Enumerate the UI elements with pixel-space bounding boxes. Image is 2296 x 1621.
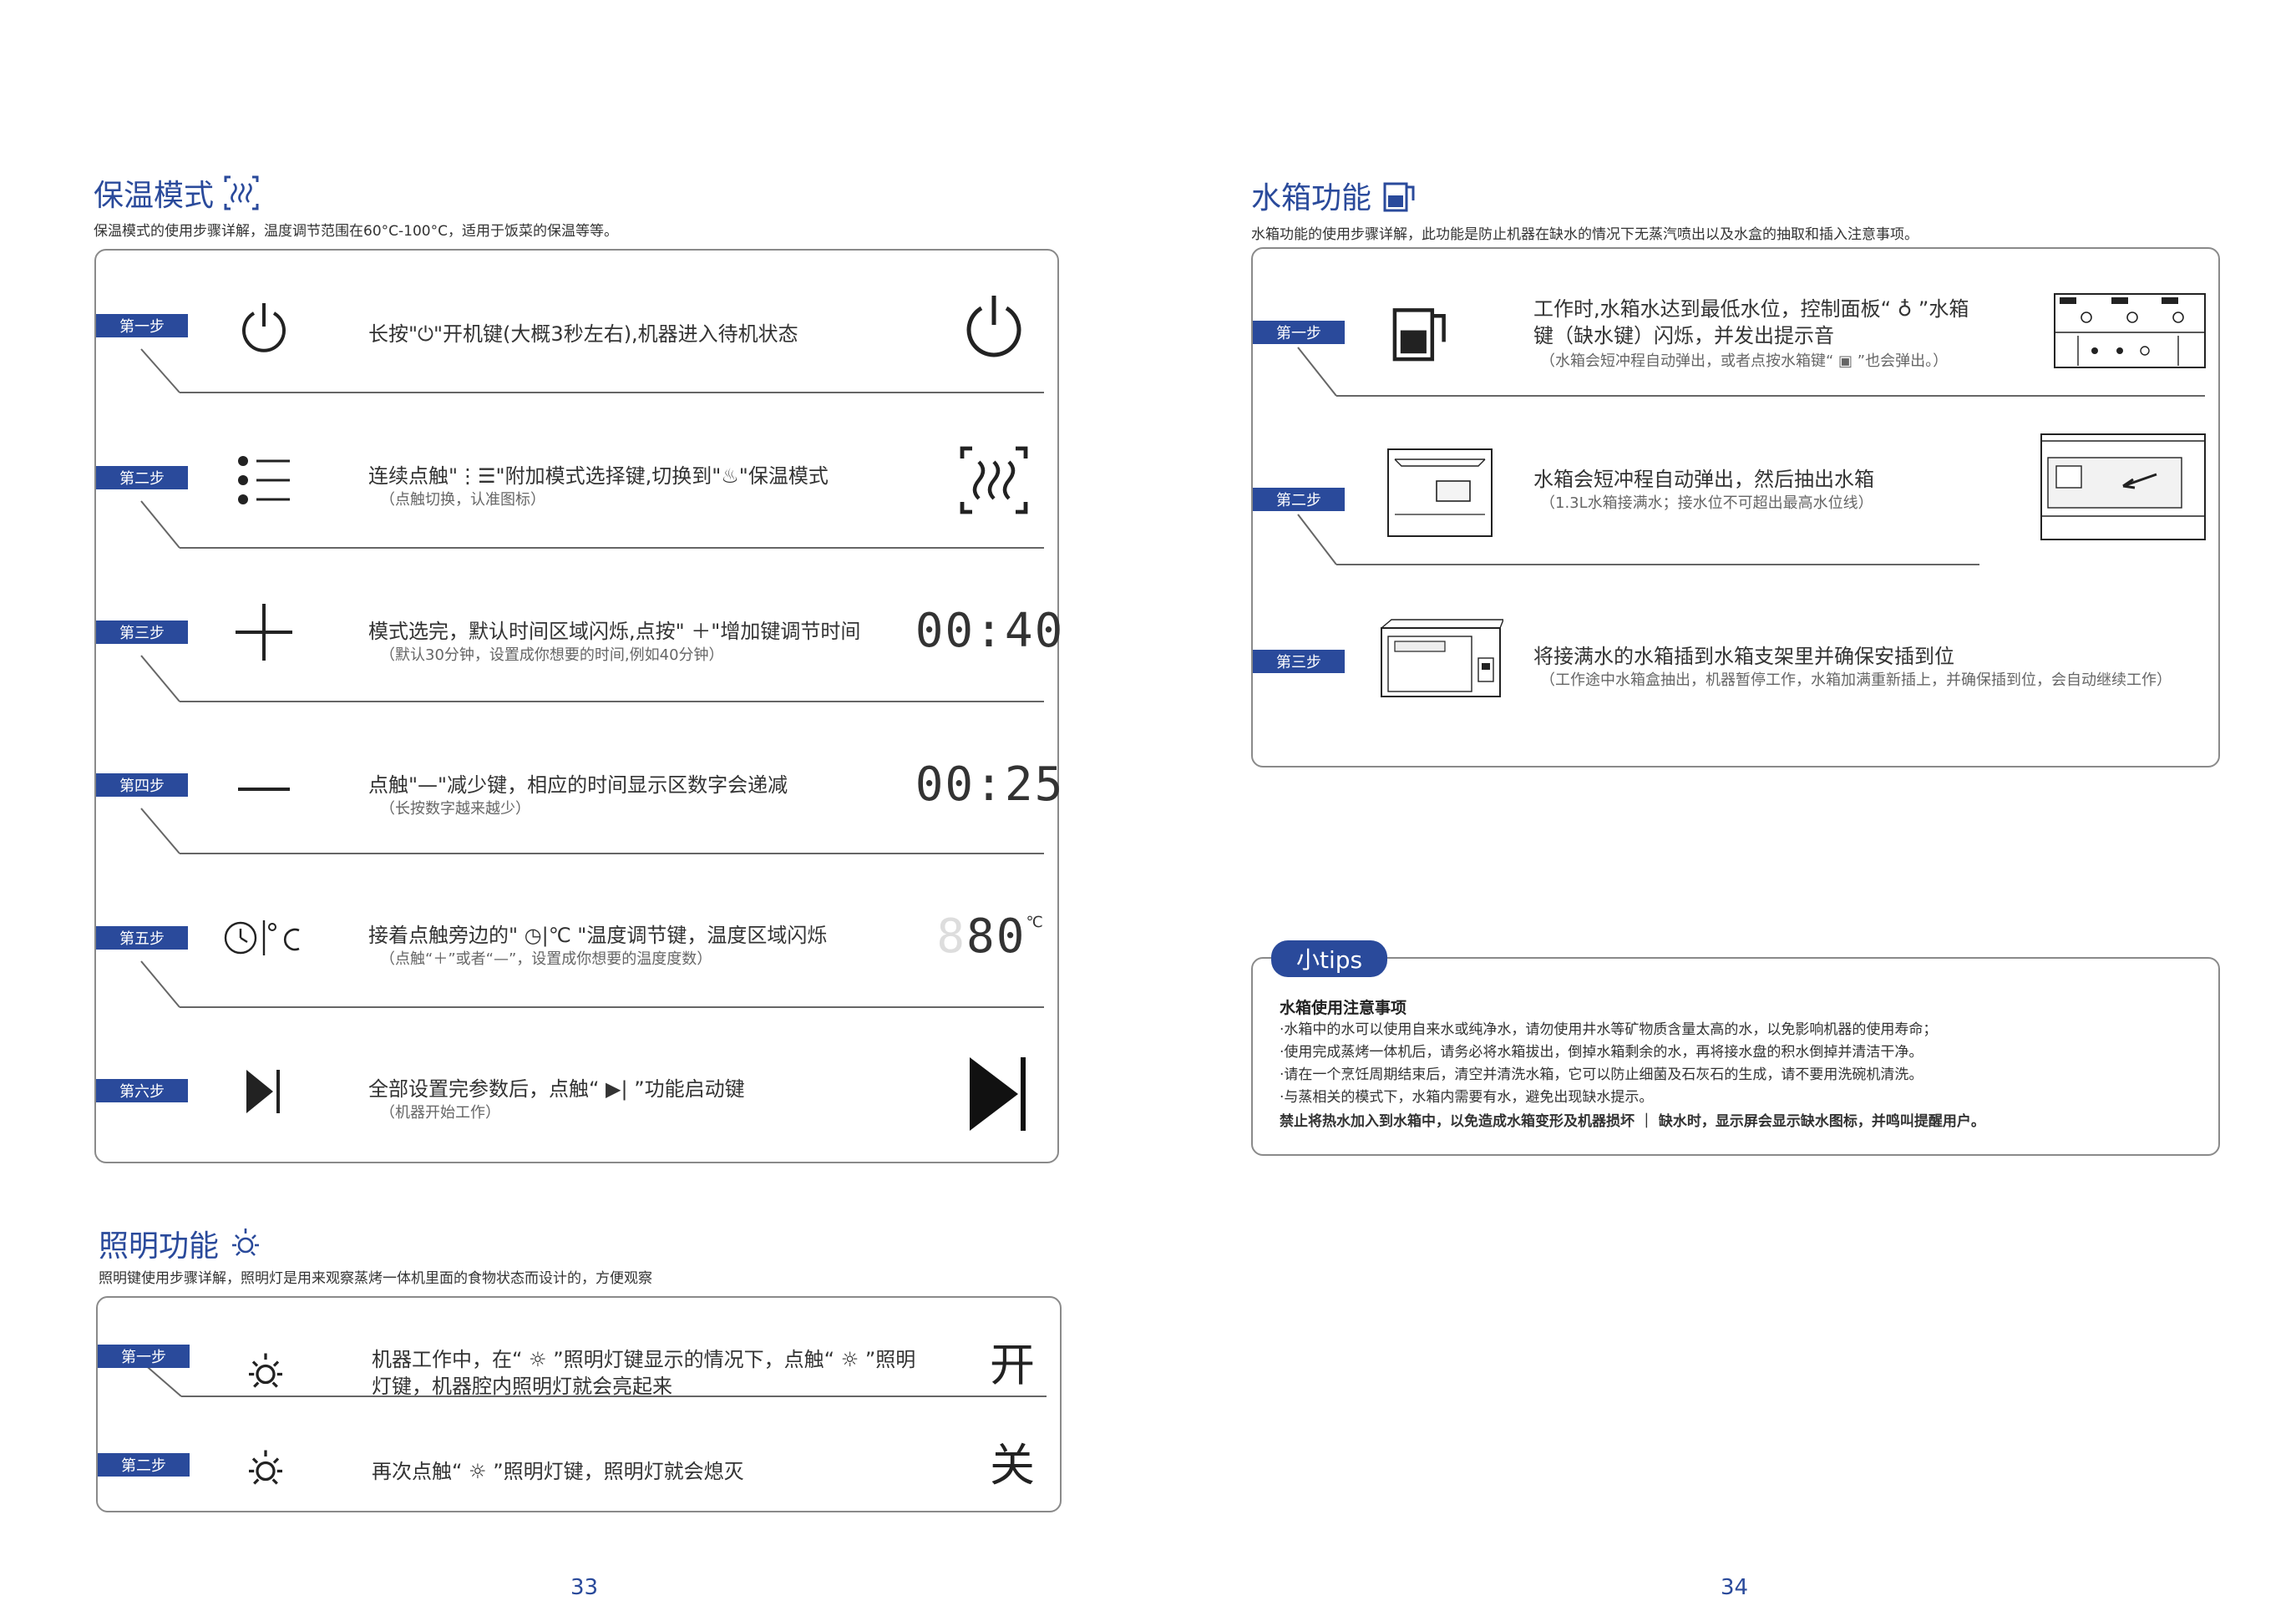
keep-warm-icon	[224, 175, 259, 210]
step-badge: 第六步	[96, 1079, 188, 1102]
tip-line: ·请在一个烹饪周期结束后，清空并清洗水箱，它可以防止细菌及石灰石的生成，请不要用…	[1280, 1066, 1923, 1083]
plus-icon	[226, 595, 302, 670]
drawer-eject-icon	[1386, 448, 1493, 538]
light-icon	[228, 1431, 303, 1507]
step-note: （1.3L水箱接满水；接水位不可超出最高水位线）	[1540, 494, 1873, 512]
light-on-label: 开	[990, 1338, 1035, 1391]
step-guide-lines	[140, 348, 1044, 1008]
step-note: （默认30分钟，设置成你想要的时间,例如40分钟）	[380, 646, 724, 664]
temperature-icon	[218, 900, 310, 975]
start-icon	[965, 1054, 1031, 1134]
start-icon	[226, 1054, 302, 1129]
step-note: （点触切换，认准图标）	[380, 491, 545, 509]
step-badge: 第二步	[96, 466, 188, 489]
light-icon	[228, 1335, 303, 1410]
tip-line: ·水箱中的水可以使用自来水或纯净水，请勿使用井水等矿物质含量太高的水，以免影响机…	[1280, 1021, 1938, 1038]
step-text: 接着点触旁边的" ◷|℃ "温度调节键，温度区域闪烁	[368, 924, 828, 947]
step-text: 全部设置完参数后，点触“ ▶| ”功能启动键	[368, 1077, 745, 1101]
light-off-label: 关	[990, 1438, 1035, 1492]
lighting-subtitle: 照明键使用步骤详解，照明灯是用来观察蒸烤一体机里面的食物状态而设计的，方便观察	[99, 1270, 652, 1287]
step-badge: 第四步	[96, 773, 188, 797]
watertank-title: 水箱功能	[1251, 174, 1418, 217]
step-note: （水箱会短冲程自动弹出，或者点按水箱键“ ▣ ”也会弹出。）	[1540, 352, 1949, 370]
step-note: （点触“＋”或者“—”，设置成你想要的温度度数）	[380, 950, 712, 968]
control-panel-icon	[2053, 292, 2207, 369]
water-tank-icon	[1383, 182, 1415, 212]
power-icon	[226, 289, 302, 364]
light-icon	[232, 1228, 260, 1256]
minus-icon	[226, 752, 302, 827]
step-text-line1: 工作时,水箱水达到最低水位，控制面板“ ♁ ”水箱	[1533, 297, 1969, 321]
page-number-right: 34	[1721, 1575, 1749, 1600]
temperature-value: 80	[966, 909, 1026, 964]
step-badge: 第一步	[1253, 321, 1345, 344]
water-tank-icon	[1383, 296, 1458, 371]
tips-badge: 小tips	[1271, 940, 1388, 977]
temperature-display: 8 80 ℃	[931, 907, 1048, 965]
tip-line: ·与蒸相关的模式下，水箱内需要有水，避免出现缺水提示。	[1280, 1089, 1654, 1106]
step-text: 连续点触"⋮☰"附加模式选择键,切换到"♨"保温模式	[368, 464, 829, 488]
step-text: 再次点触“ ☼ ”照明灯键，照明灯就会熄灭	[372, 1460, 744, 1483]
tips-warning: 禁止将热水加入到水箱中，以免造成水箱变形及机器损坏 ｜ 缺水时，显示屏会显示缺水…	[1280, 1113, 1985, 1130]
step-text: 模式选完，默认时间区域闪烁,点按" ＋"增加键调节时间	[368, 620, 861, 643]
unlit-digit: 8	[936, 909, 967, 964]
step-text-line2: 灯键，机器腔内照明灯就会亮起来	[372, 1375, 672, 1398]
tips-panel: 水箱使用注意事项 ·水箱中的水可以使用自来水或纯净水，请勿使用井水等矿物质含量太…	[1251, 957, 2220, 1156]
keepwarm-title-text: 保温模式	[94, 179, 215, 213]
keep-warm-icon	[956, 443, 1031, 518]
step-badge: 第三步	[96, 621, 188, 644]
keepwarm-steps-panel: 第一步 长按"⏻"开机键(大概3秒左右),机器进入待机状态 第二步 连续点触"⋮…	[94, 249, 1065, 1163]
step-text: 点触"—"减少键，相应的时间显示区数字会递减	[368, 773, 788, 797]
step-text: 将接满水的水箱插到水箱支架里并确保安插到位	[1533, 645, 1954, 668]
watertank-subtitle: 水箱功能的使用步骤详解，此功能是防止机器在缺水的情况下无蒸汽喷出以及水盒的抽取和…	[1251, 226, 1918, 243]
lighting-title: 照明功能	[99, 1222, 262, 1265]
step-note: （机器开始工作）	[380, 1104, 500, 1122]
step-badge: 第五步	[96, 926, 188, 950]
step-badge: 第一步	[98, 1345, 190, 1368]
keepwarm-subtitle: 保温模式的使用步骤详解，温度调节范围在60°C-100°C，适用于饭菜的保温等等…	[94, 223, 618, 240]
lighting-steps-panel: 第一步 机器工作中，在“ ☼ ”照明灯键显示的情况下，点触“ ☼ ”照明 灯键，…	[96, 1296, 1062, 1512]
watertank-steps-panel: 第一步 工作时,水箱水达到最低水位，控制面板“ ♁ ”水箱 键（缺水键）闪烁，并…	[1251, 247, 2220, 767]
step-text: 水箱会短冲程自动弹出，然后抽出水箱	[1533, 468, 1874, 491]
step-badge: 第二步	[1253, 488, 1345, 511]
page-number-left: 33	[570, 1575, 599, 1600]
oven-icon	[1378, 616, 1503, 700]
lighting-title-text: 照明功能	[99, 1229, 220, 1264]
time-display: 00:25	[915, 757, 1065, 812]
step-note: （工作途中水箱盒抽出，机器暂停工作，水箱加满重新插上，并确保插到位，会自动继续工…	[1540, 671, 2172, 689]
tips-heading: 水箱使用注意事项	[1280, 999, 1407, 1017]
tip-line: ·使用完成蒸烤一体机后，请务必将水箱拔出，倒掉水箱剩余的水，再将接水盘的积水倒掉…	[1280, 1044, 1923, 1061]
keepwarm-title: 保温模式	[94, 171, 259, 215]
step-text-line1: 机器工作中，在“ ☼ ”照明灯键显示的情况下，点触“ ☼ ”照明	[372, 1348, 916, 1371]
power-icon	[956, 287, 1031, 362]
step-badge: 第三步	[1253, 650, 1345, 673]
mode-list-icon	[226, 443, 302, 518]
time-display: 00:40	[915, 603, 1065, 658]
step-badge: 第一步	[96, 314, 188, 337]
step-note: （长按数字越来越少）	[380, 800, 530, 818]
step-text-line2: 键（缺水键）闪烁，并发出提示音	[1533, 324, 1834, 347]
step-badge: 第二步	[98, 1453, 190, 1477]
tips-list: ·水箱中的水可以使用自来水或纯净水，请勿使用井水等矿物质含量太高的水，以免影响机…	[1280, 1019, 1937, 1109]
pull-out-tank-icon	[2040, 433, 2207, 541]
watertank-title-text: 水箱功能	[1251, 181, 1372, 215]
temperature-unit: ℃	[1026, 914, 1043, 931]
step-text: 长按"⏻"开机键(大概3秒左右),机器进入待机状态	[368, 322, 798, 346]
